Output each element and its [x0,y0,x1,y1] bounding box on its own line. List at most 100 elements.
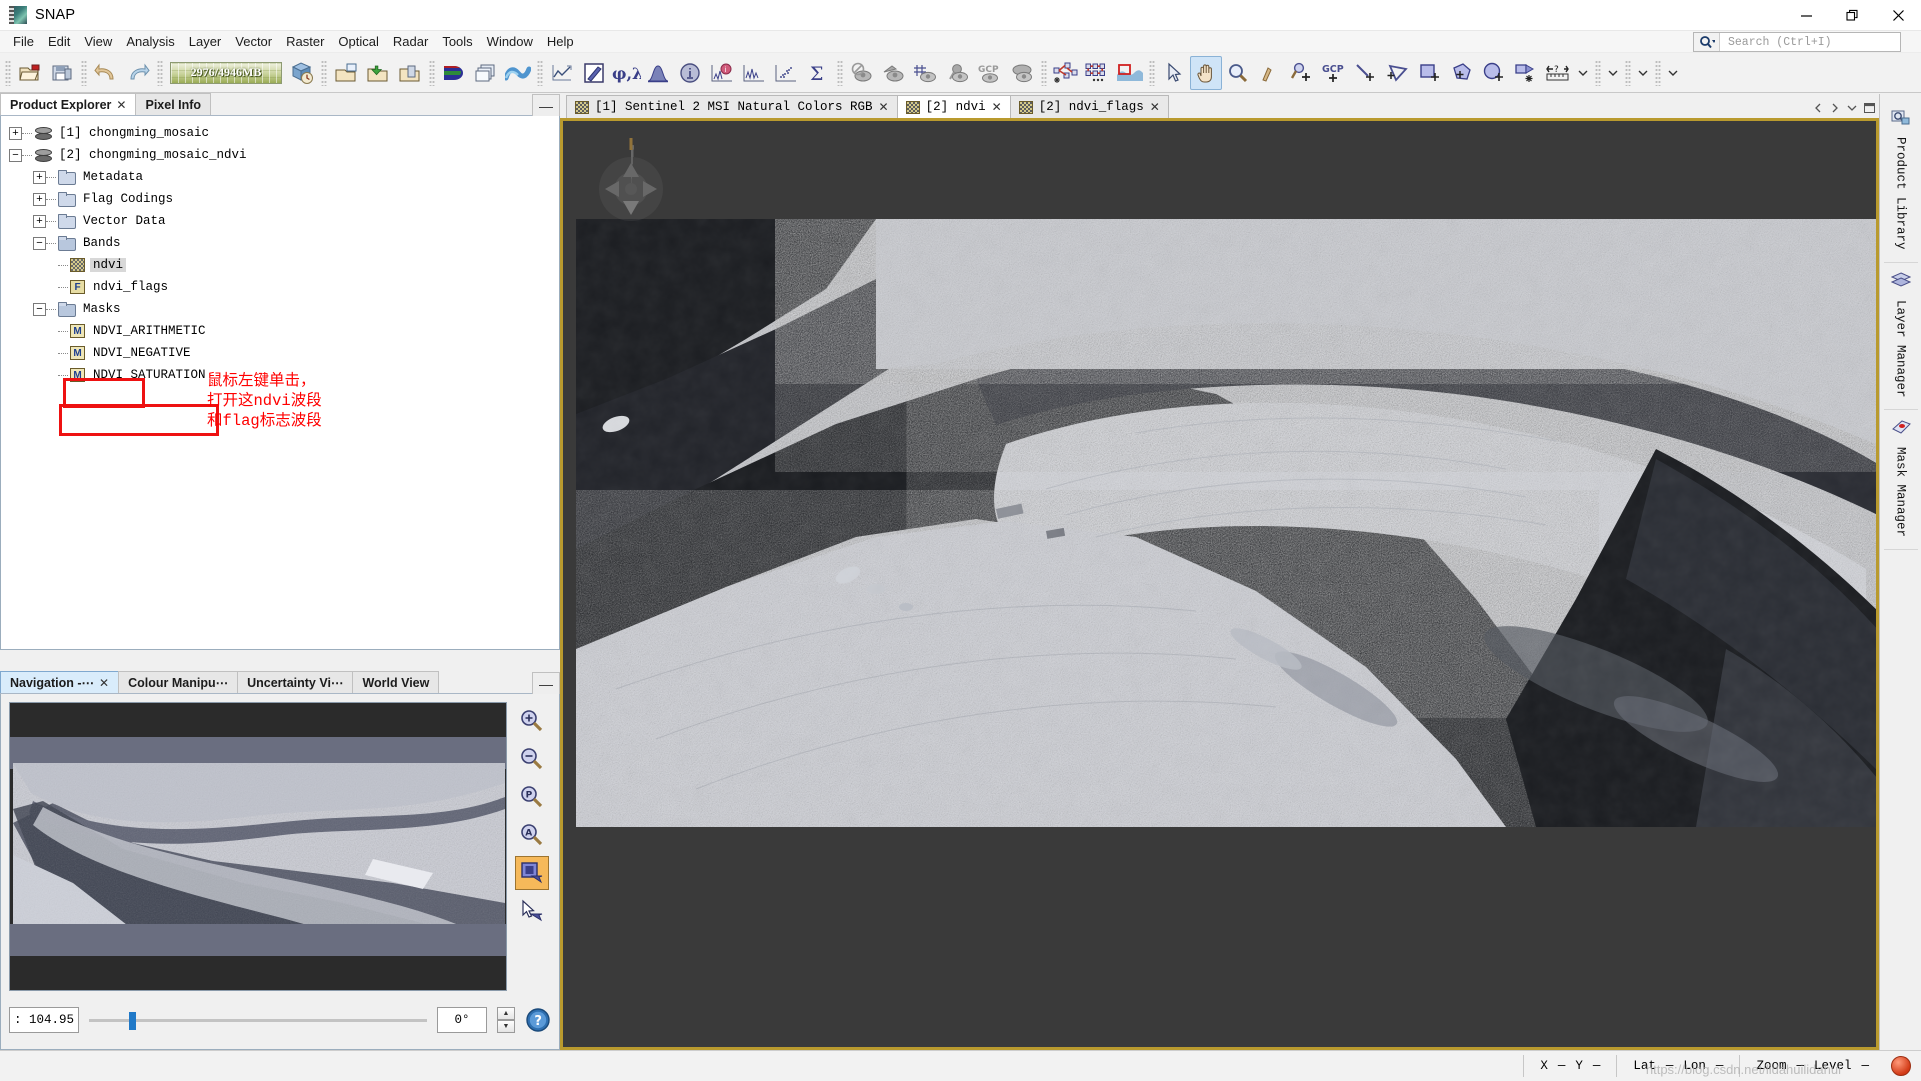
tree-item-metadata[interactable]: + Metadata [9,166,559,188]
grid-overlay-icon[interactable] [910,56,942,90]
tree-item-flag-codings[interactable]: + Flag Codings [9,188,559,210]
spinner-down-icon[interactable]: ▼ [497,1020,515,1033]
menu-edit[interactable]: Edit [41,32,77,51]
zoom-factor-field[interactable]: : 104.95 [9,1007,79,1033]
close-icon[interactable] [1875,0,1921,31]
document-tab-ndvi-flags[interactable]: [2] ndvi_flags ✕ [1010,95,1169,118]
pan-compass-overlay-icon[interactable] [587,145,675,233]
magic-wand-tool-icon[interactable] [1510,56,1542,90]
information-icon[interactable] [674,56,706,90]
tab-product-explorer[interactable]: Product Explorer ✕ [0,93,136,115]
redo-icon[interactable] [122,56,154,90]
menu-tools[interactable]: Tools [435,32,479,51]
minimize-navigation-button[interactable]: — [532,672,560,694]
zoom-in-icon[interactable] [515,704,549,738]
batch-processing-icon[interactable] [1082,56,1114,90]
help-question-icon[interactable]: ? [525,1007,551,1033]
close-icon[interactable]: ✕ [879,100,889,114]
menu-view[interactable]: View [77,32,119,51]
polygon-drawing-tool-icon[interactable] [1446,56,1478,90]
tree-item-masks[interactable]: − Masks [9,298,559,320]
tab-navigation[interactable]: Navigation -⋯ ✕ [0,671,119,693]
tree-item-product-2[interactable]: − [2] chongming_mosaic_ndvi [9,144,559,166]
close-icon[interactable]: ✕ [116,98,126,112]
zoom-tool-icon[interactable] [1222,56,1254,90]
menu-layer[interactable]: Layer [182,32,229,51]
tree-item-bands[interactable]: − Bands [9,232,559,254]
toolbar-overflow-chevron-icon[interactable] [1664,56,1682,90]
profile-plot-icon[interactable] [546,56,578,90]
zoom-slider[interactable] [89,1007,427,1033]
minimize-icon[interactable] [1783,0,1829,31]
line-drawing-tool-icon[interactable] [1350,56,1382,90]
sync-views-icon[interactable] [515,856,549,890]
navigation-thumbnail[interactable] [9,702,507,991]
document-tab-rgb[interactable]: [1] Sentinel 2 MSI Natural Colors RGB ✕ [566,95,898,118]
tab-pixel-info[interactable]: Pixel Info [135,93,211,115]
zoom-to-pixel-icon[interactable]: P [515,780,549,814]
document-tab-ndvi[interactable]: [2] ndvi ✕ [897,95,1011,118]
tree-item-mask-ndvi-arithmetic[interactable]: NDVI_ARITHMETIC [9,320,559,342]
gcp-placing-tool-icon[interactable]: GCP [1318,56,1350,90]
rectangle-drawing-tool-icon[interactable] [1414,56,1446,90]
rotation-spinner[interactable]: ▲ ▼ [497,1007,515,1033]
toolbar-grip[interactable] [537,60,543,86]
toolbar-grip[interactable] [5,60,11,86]
session-icon[interactable] [286,56,318,90]
toolbar-overflow-chevron-icon[interactable] [1604,56,1622,90]
graph-builder-icon[interactable] [1050,56,1082,90]
menu-vector[interactable]: Vector [228,32,279,51]
tree-item-product-1[interactable]: + [1] chongming_mosaic [9,122,559,144]
import-product-icon[interactable] [362,56,394,90]
mask-overlay-icon[interactable] [1006,56,1038,90]
scatter-plot-icon[interactable] [738,56,770,90]
toolbar-grip[interactable] [1041,60,1047,86]
search-input[interactable]: Search (Ctrl+I) [1720,36,1832,49]
histogram-icon[interactable] [642,56,674,90]
pin-overlay-icon[interactable] [942,56,974,90]
edit-geometry-icon[interactable] [578,56,610,90]
graticule-overlay-icon[interactable] [878,56,910,90]
toolbar-grip[interactable] [81,60,87,86]
expander-plus-icon[interactable]: + [33,171,46,184]
expander-plus-icon[interactable]: + [9,127,22,140]
menu-help[interactable]: Help [540,32,581,51]
no-data-overlay-icon[interactable] [846,56,878,90]
chevron-right-icon[interactable] [1830,103,1840,116]
chevron-down-icon[interactable] [1847,103,1857,116]
toolbar-overflow-chevron-icon[interactable] [1634,56,1652,90]
polyline-drawing-tool-icon[interactable] [1382,56,1414,90]
geo-coding-icon[interactable]: φ,λ [610,56,642,90]
vtab-layer-manager[interactable]: Layer Manager [1884,263,1918,411]
pan-tool-icon[interactable] [1190,56,1222,90]
close-icon[interactable]: ✕ [99,676,109,690]
toolbar-grip[interactable] [1655,60,1661,86]
correlative-plot-icon[interactable] [770,56,802,90]
tree-item-band-ndvi-flags[interactable]: ndvi_flags [9,276,559,298]
image-view-canvas[interactable] [560,118,1879,1050]
image-stack-icon[interactable] [470,56,502,90]
rgb-image-view-icon[interactable] [438,56,470,90]
selection-tool-icon[interactable] [1158,56,1190,90]
menu-window[interactable]: Window [480,32,540,51]
restore-icon[interactable] [1829,0,1875,31]
spinner-up-icon[interactable]: ▲ [497,1007,515,1020]
range-finder-tool-icon[interactable]: ? [1542,56,1574,90]
subset-icon[interactable] [1114,56,1146,90]
product-explorer-tree[interactable]: + [1] chongming_mosaic − [2] chongming_m… [0,116,560,650]
statistics-icon[interactable]: Σ [802,56,834,90]
reopen-product-icon[interactable] [330,56,362,90]
search-magnifier-icon[interactable] [1694,33,1720,51]
expander-minus-icon[interactable]: − [33,303,46,316]
wavelength-icon[interactable] [502,56,534,90]
expander-minus-icon[interactable]: − [9,149,22,162]
zoom-to-all-icon[interactable]: A [515,818,549,852]
ellipse-drawing-tool-icon[interactable] [1478,56,1510,90]
maximize-document-icon[interactable] [1864,103,1875,116]
expander-plus-icon[interactable]: + [33,193,46,206]
export-product-icon[interactable] [394,56,426,90]
expander-plus-icon[interactable]: + [33,215,46,228]
menu-optical[interactable]: Optical [331,32,385,51]
toolbar-grip[interactable] [321,60,327,86]
sync-cursor-icon[interactable] [515,894,549,928]
